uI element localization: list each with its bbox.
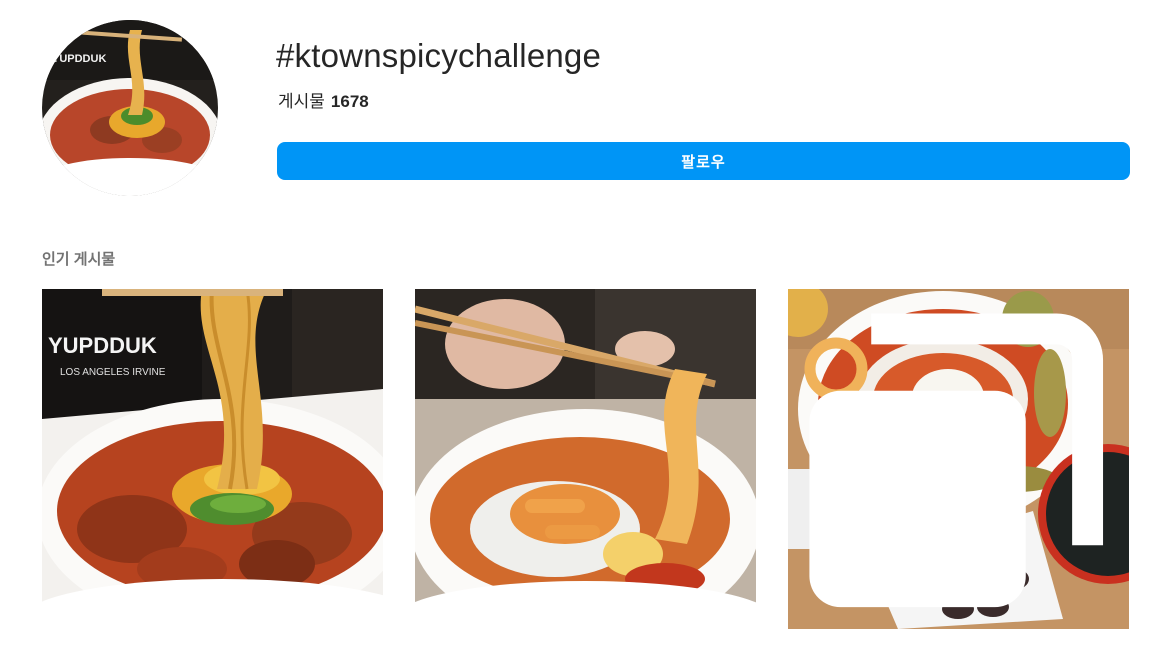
avatar-sign-text: YUPDDUK — [52, 53, 106, 65]
follow-button[interactable]: 팔로우 — [277, 142, 1130, 180]
multiple-posts-icon — [809, 313, 1104, 608]
top-post-3[interactable] — [788, 289, 1129, 629]
post-1-sign-subtext: LOS ANGELES IRVINE — [60, 367, 166, 378]
post-count-label: 게시물 — [278, 92, 325, 111]
post-1-sign-text: YUPDDUK — [48, 333, 157, 358]
post-1-image: YUPDDUK LOS ANGELES IRVINE — [42, 289, 383, 629]
top-post-2[interactable] — [415, 289, 756, 629]
top-post-1[interactable]: YUPDDUK LOS ANGELES IRVINE — [42, 289, 383, 629]
post-count-value: 1678 — [330, 92, 369, 111]
post-2-image — [415, 289, 756, 629]
post-count: 게시물 1678 — [278, 87, 369, 112]
hashtag-avatar[interactable]: YUPDDUK — [42, 20, 218, 196]
top-posts-label: 인기 게시물 — [42, 251, 116, 268]
hashtag-title: #ktownspicychallenge — [276, 37, 602, 74]
avatar-image: YUPDDUK — [42, 20, 218, 196]
